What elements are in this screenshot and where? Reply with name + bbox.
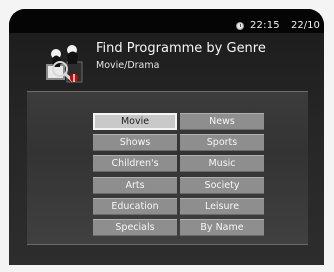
page-title: Find Programme by Genre (96, 41, 266, 56)
genre-childrens-button[interactable]: Children's (93, 155, 177, 172)
status-time: 22:15 (250, 20, 280, 31)
genre-education-button[interactable]: Education (93, 198, 177, 215)
genre-society-button[interactable]: Society (180, 177, 264, 194)
genre-arts-button[interactable]: Arts (93, 177, 177, 194)
status-date: 22/10 (291, 20, 320, 31)
genre-by-name-button[interactable]: By Name (180, 219, 264, 236)
genre-movie-button[interactable]: Movie (93, 113, 177, 130)
tv-screen: 22:15 22/10 Find Programme by Genre Movi… (0, 0, 334, 272)
genre-shows-button[interactable]: Shows (93, 134, 177, 151)
genre-search-icon (46, 45, 83, 83)
genre-specials-button[interactable]: Specials (93, 219, 177, 236)
genre-leisure-button[interactable]: Leisure (180, 198, 264, 215)
clock-icon (236, 22, 244, 30)
genre-grid-area: Movie News Shows Sports Children's Music… (27, 91, 308, 245)
page-subtitle: Movie/Drama (96, 60, 160, 71)
genre-music-button[interactable]: Music (180, 155, 264, 172)
genre-sports-button[interactable]: Sports (180, 134, 264, 151)
genre-news-button[interactable]: News (180, 113, 264, 130)
